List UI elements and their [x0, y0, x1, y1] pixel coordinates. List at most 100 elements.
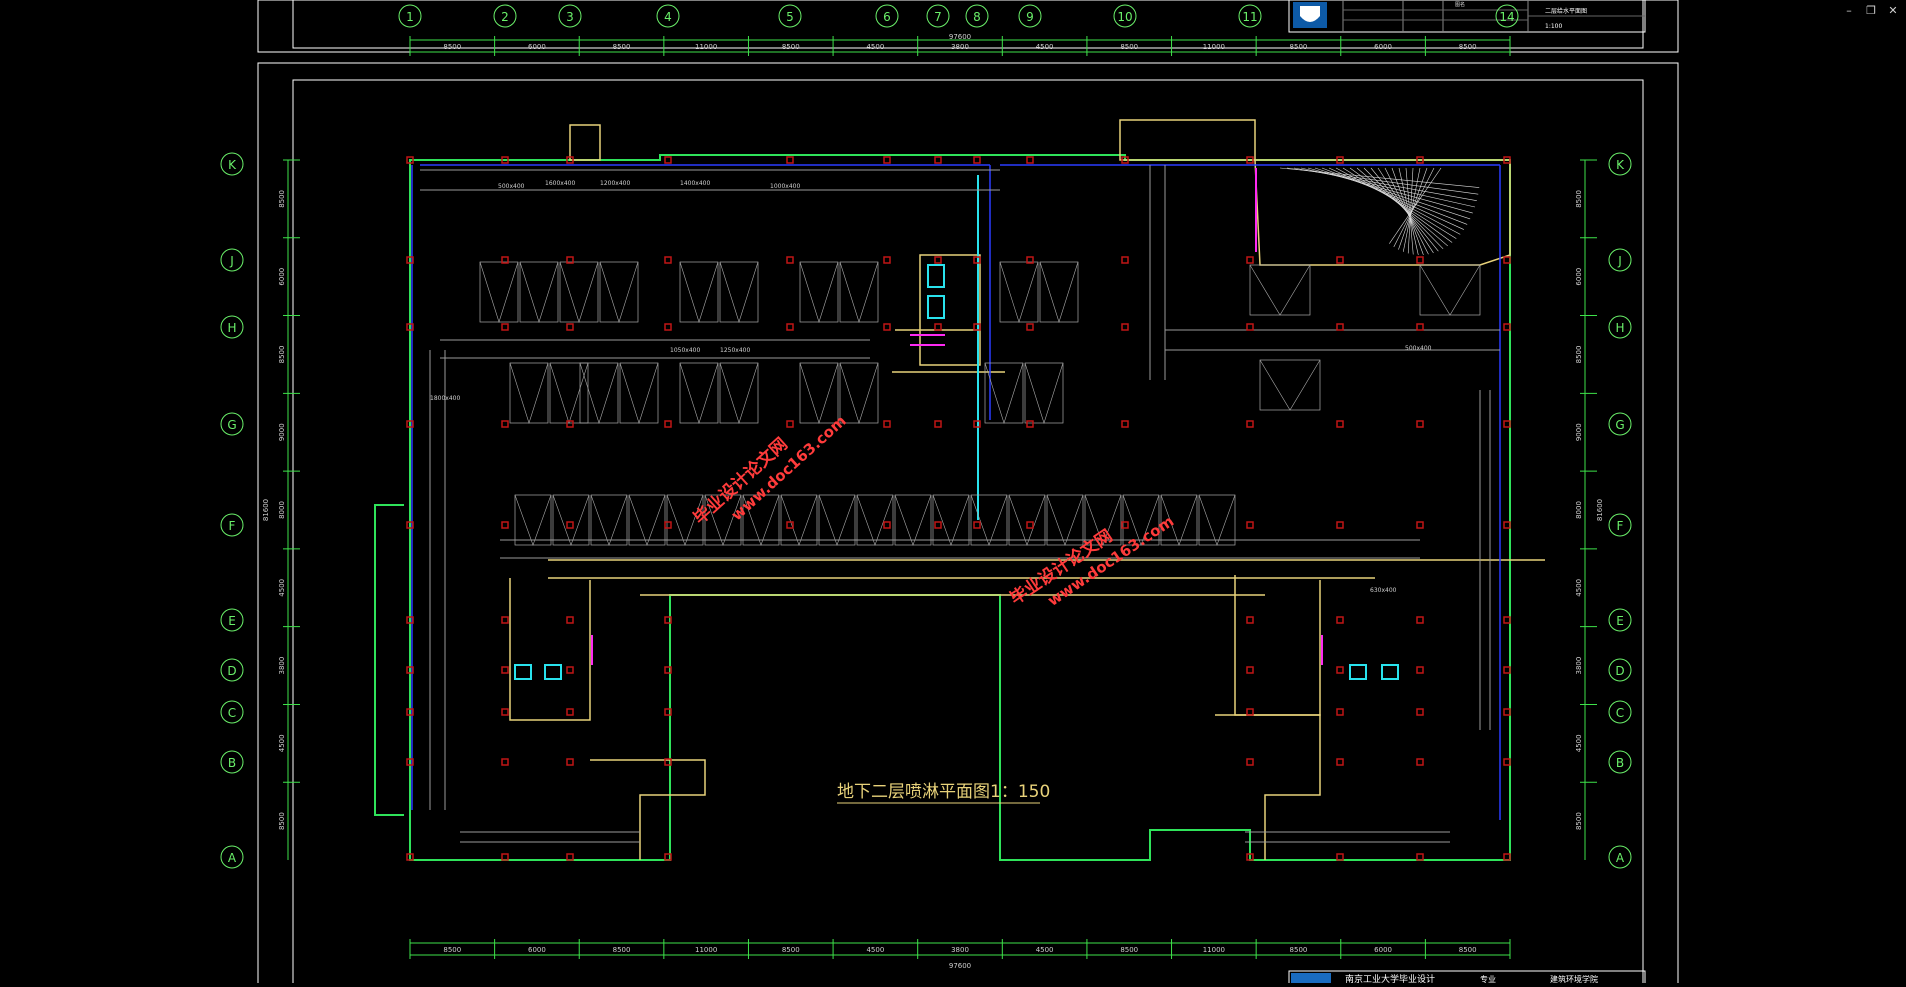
- parking-stall: [1024, 362, 1064, 424]
- structural-column: [1246, 323, 1254, 331]
- parking-stall: [509, 362, 549, 424]
- row-axis-bubbles-left: K J H G F E D C B A: [220, 152, 244, 869]
- parking-stall: [519, 261, 559, 323]
- stair-hatch: [591, 168, 1323, 665]
- dimension-text: 3800: [278, 657, 286, 675]
- axis-label: C: [1616, 706, 1624, 720]
- dimension-text: 4500: [1575, 734, 1583, 752]
- dimension-text: 8500: [1120, 43, 1138, 51]
- dimension-text: 4500: [1036, 946, 1054, 954]
- structural-column: [934, 521, 942, 529]
- structural-column: [1336, 616, 1344, 624]
- axis-label: 1: [406, 10, 414, 24]
- dimension-text: 6000: [528, 946, 546, 954]
- stair-tread: [1321, 167, 1468, 225]
- dimension-text: 4500: [278, 734, 286, 752]
- parking-stall: [970, 494, 1008, 546]
- dimension-text: 3800: [951, 946, 969, 954]
- dimension-text: 8500: [1290, 43, 1308, 51]
- parking-stall: [894, 494, 932, 546]
- parking-stall: [970, 494, 1008, 546]
- axis-label: 9: [1026, 10, 1034, 24]
- structural-column: [1416, 616, 1424, 624]
- duct-size-label: 500x400: [1405, 345, 1432, 352]
- dimension-text: 8500: [782, 43, 800, 51]
- dimension-total: 81600: [262, 499, 270, 521]
- dimension-text: 8500: [1459, 946, 1477, 954]
- dimension-text: 8000: [278, 501, 286, 519]
- dimension-text: 6000: [278, 268, 286, 286]
- dimension-text: 11000: [695, 946, 717, 954]
- structural-column: [1336, 666, 1344, 674]
- structural-column: [1246, 708, 1254, 716]
- structural-column: [1026, 156, 1034, 164]
- structural-column: [501, 323, 509, 331]
- sheet-frame: [257, 0, 1679, 987]
- parking-stall: [590, 494, 628, 546]
- parking-stall: [839, 362, 879, 424]
- structural-column: [1336, 708, 1344, 716]
- structural-column: [1416, 521, 1424, 529]
- dimension-text: 8000: [1575, 501, 1583, 519]
- structural-column: [501, 708, 509, 716]
- axis-label: 14: [1499, 10, 1514, 24]
- parking-stall: [999, 261, 1039, 323]
- svg-text:专业: 专业: [1480, 974, 1496, 983]
- stair-tread: [1384, 167, 1429, 255]
- parking-stall: [519, 261, 559, 323]
- axis-label: G: [1615, 418, 1624, 432]
- axis-label: 2: [501, 10, 509, 24]
- structural-column: [1246, 616, 1254, 624]
- restore-button[interactable]: ❐: [1864, 4, 1878, 18]
- parking-stall: [719, 362, 759, 424]
- structural-column: [501, 616, 509, 624]
- duct-size-label: 1600x400: [545, 180, 575, 187]
- minimize-button[interactable]: –: [1842, 4, 1856, 18]
- structural-column: [664, 420, 672, 428]
- parking-stall: [549, 362, 589, 424]
- dimension-text: 8500: [782, 946, 800, 954]
- structural-column: [566, 666, 574, 674]
- structural-column: [1026, 323, 1034, 331]
- parking-stall: [1039, 261, 1079, 323]
- structural-column: [1121, 323, 1129, 331]
- parking-stall: [818, 494, 856, 546]
- structural-column: [883, 420, 891, 428]
- duct: [500, 539, 1420, 559]
- structural-column: [1416, 708, 1424, 716]
- structural-column: [1336, 521, 1344, 529]
- structural-column: [1246, 666, 1254, 674]
- parking-stall: [719, 261, 759, 323]
- structural-column: [1416, 666, 1424, 674]
- parking-stall: [628, 494, 666, 546]
- structural-column: [934, 156, 942, 164]
- axis-label: A: [1616, 851, 1625, 865]
- structural-column: [786, 323, 794, 331]
- floor-plan-drawing[interactable]: 二层给水平面图 1:100 图名 南京工业大学毕业设计 专业 建筑环境学院 12…: [0, 0, 1906, 987]
- parking-stall: [839, 362, 879, 424]
- structural-column: [934, 323, 942, 331]
- parking-stall: [1024, 362, 1064, 424]
- duct-size-label: 1250x400: [720, 347, 750, 354]
- structural-column: [501, 758, 509, 766]
- parking-stall: [619, 362, 659, 424]
- structural-column: [1246, 758, 1254, 766]
- structural-column: [566, 323, 574, 331]
- parking-stall: [780, 494, 818, 546]
- close-button[interactable]: ✕: [1886, 4, 1900, 18]
- parking-stall: [1046, 494, 1084, 546]
- axis-label: H: [1615, 321, 1624, 335]
- cad-viewport[interactable]: 二层给水平面图 1:100 图名 南京工业大学毕业设计 专业 建筑环境学院 12…: [0, 0, 1906, 987]
- parking-stall: [999, 261, 1039, 323]
- structural-column: [786, 256, 794, 264]
- structural-column: [883, 256, 891, 264]
- axis-label: 8: [973, 10, 981, 24]
- duct: [1149, 165, 1500, 380]
- parking-stall: [679, 362, 719, 424]
- axis-label: 7: [934, 10, 942, 24]
- axis-label: D: [1615, 664, 1624, 678]
- dimension-text: 9000: [278, 423, 286, 441]
- dimension-text: 4500: [1575, 579, 1583, 597]
- duct-size-label: 1400x400: [680, 180, 710, 187]
- structural-column: [786, 156, 794, 164]
